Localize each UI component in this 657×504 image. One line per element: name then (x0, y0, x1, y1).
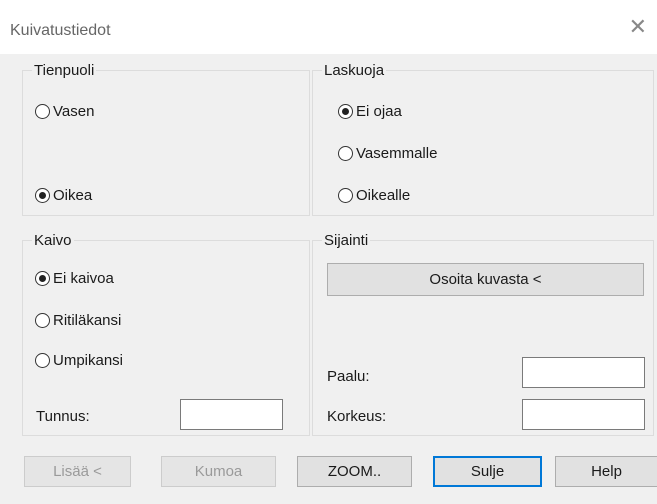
radio-vasen[interactable]: Vasen (35, 103, 94, 120)
radio-vasemmalle[interactable]: Vasemmalle (338, 145, 437, 162)
help-button[interactable]: Help (555, 456, 657, 487)
radio-ei-kaivoa-circle (35, 271, 50, 286)
korkeus-label: Korkeus: (327, 408, 387, 425)
radio-vasemmalle-circle (338, 146, 353, 161)
dialog-window: Kuivatustiedot ✕ Tienpuoli Vasen Oikea L… (0, 0, 657, 504)
zoom-button[interactable]: ZOOM.. (297, 456, 412, 487)
radio-ritilakansi-label: Ritiläkansi (53, 312, 122, 329)
sulje-button[interactable]: Sulje (433, 456, 542, 487)
kumoa-button[interactable]: Kumoa (161, 456, 276, 487)
window-title: Kuivatustiedot (10, 22, 111, 39)
group-kaivo-label: Kaivo (32, 232, 74, 249)
paalu-label: Paalu: (327, 368, 370, 385)
radio-ei-ojaa-circle (338, 104, 353, 119)
tunnus-input[interactable] (180, 399, 283, 430)
title-bar: Kuivatustiedot ✕ (0, 0, 657, 54)
radio-vasemmalle-label: Vasemmalle (356, 145, 438, 162)
radio-ei-kaivoa-label: Ei kaivoa (53, 270, 114, 287)
radio-ei-ojaa-label: Ei ojaa (356, 103, 402, 120)
osoita-kuvasta-button[interactable]: Osoita kuvasta < (327, 263, 644, 296)
lisaa-button[interactable]: Lisää < (24, 456, 131, 487)
radio-ritilakansi-circle (35, 313, 50, 328)
radio-oikea-circle (35, 188, 50, 203)
radio-oikea[interactable]: Oikea (35, 187, 92, 204)
radio-ei-ojaa[interactable]: Ei ojaa (338, 103, 402, 120)
radio-oikealle-label: Oikealle (356, 187, 411, 204)
radio-oikealle[interactable]: Oikealle (338, 187, 410, 204)
radio-vasen-circle (35, 104, 50, 119)
tunnus-label: Tunnus: (36, 408, 90, 425)
paalu-input[interactable] (522, 357, 645, 388)
group-tienpuoli-label: Tienpuoli (32, 62, 97, 79)
radio-ei-kaivoa[interactable]: Ei kaivoa (35, 270, 114, 287)
radio-ritilakansi[interactable]: Ritiläkansi (35, 312, 121, 329)
radio-vasen-label: Vasen (53, 103, 95, 120)
radio-umpikansi-circle (35, 353, 50, 368)
radio-oikealle-circle (338, 188, 353, 203)
close-icon[interactable]: ✕ (629, 16, 647, 38)
radio-umpikansi-label: Umpikansi (53, 352, 124, 369)
korkeus-input[interactable] (522, 399, 645, 430)
radio-oikea-label: Oikea (53, 187, 93, 204)
radio-umpikansi[interactable]: Umpikansi (35, 352, 123, 369)
group-sijainti-label: Sijainti (322, 232, 371, 249)
group-laskuoja-label: Laskuoja (322, 62, 387, 79)
